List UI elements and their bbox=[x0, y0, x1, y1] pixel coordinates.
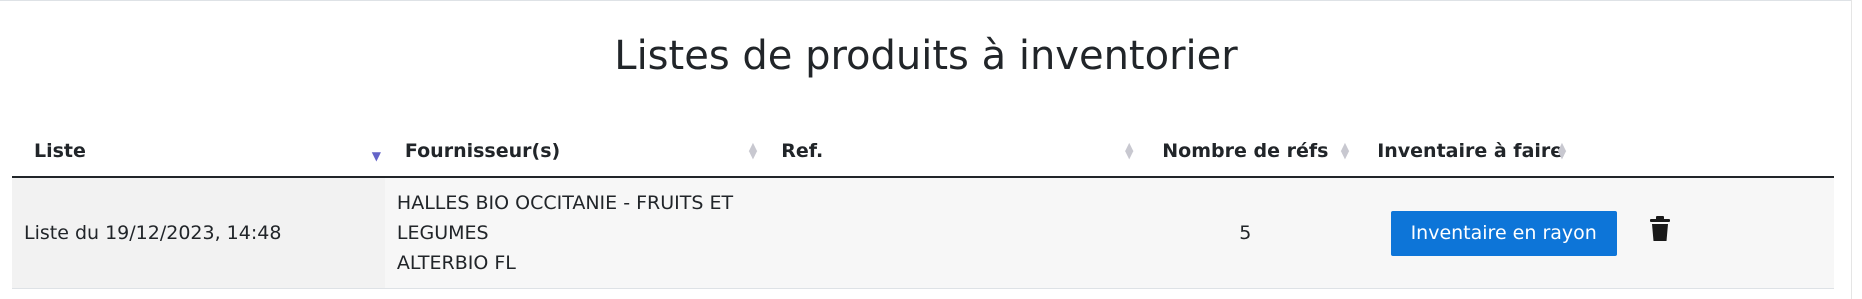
column-header-label: Fournisseur(s) bbox=[404, 140, 561, 162]
column-header-nombre-refs[interactable]: Nombre de réfs ▲ ▼ bbox=[1137, 126, 1354, 178]
column-header-label: Nombre de réfs bbox=[1162, 140, 1329, 162]
cell-fournisseurs: HALLES BIO OCCITANIE - FRUITS ET LEGUMES… bbox=[384, 177, 762, 289]
sort-icon: ▲ ▼ bbox=[748, 140, 758, 161]
fournisseur-line: LEGUMES bbox=[396, 222, 489, 244]
sort-icon: ▲ ▼ bbox=[1340, 140, 1350, 161]
column-header-label: Ref. bbox=[781, 140, 824, 162]
cell-actions bbox=[1650, 177, 1834, 289]
column-header-fournisseurs[interactable]: Fournisseur(s) ▲ ▼ bbox=[384, 126, 762, 178]
page-title: Listes de produits à inventorier bbox=[614, 33, 1238, 79]
trash-icon[interactable] bbox=[1649, 215, 1671, 242]
sort-icon: ▲ ▼ bbox=[1125, 140, 1134, 161]
inventory-lists-table: Liste ▼ Fournisseur(s) ▲ ▼ Ref. ▲ ▼ Nombre… bbox=[12, 126, 1834, 289]
inventaire-en-rayon-button[interactable]: Inventaire en rayon bbox=[1390, 210, 1617, 256]
top-border bbox=[0, 0, 1852, 1]
column-header-ref[interactable]: Ref. ▲ ▼ bbox=[761, 126, 1138, 178]
sort-desc-icon: ▼ bbox=[371, 149, 381, 163]
cell-liste: Liste du 19/12/2023, 14:48 bbox=[12, 177, 385, 289]
column-header-label: Liste bbox=[34, 140, 86, 162]
fournisseur-line: ALTERBIO FL bbox=[396, 252, 516, 274]
sort-icon: ▲ ▼ bbox=[1557, 140, 1567, 161]
column-header-label: Inventaire à faire bbox=[1377, 140, 1564, 162]
table-header-row: Liste ▼ Fournisseur(s) ▲ ▼ Ref. ▲ ▼ Nombre… bbox=[12, 126, 1834, 178]
cell-ref bbox=[761, 177, 1138, 289]
column-header-actions bbox=[1654, 126, 1834, 178]
table-row[interactable]: Liste du 19/12/2023, 14:48 HALLES BIO OC… bbox=[12, 177, 1834, 289]
cell-nombre-refs: 5 bbox=[1137, 177, 1354, 289]
fournisseur-line: HALLES BIO OCCITANIE - FRUITS ET bbox=[396, 192, 734, 214]
column-header-liste[interactable]: Liste ▼ bbox=[12, 126, 385, 178]
cell-inventaire: Inventaire en rayon bbox=[1353, 177, 1655, 289]
column-header-inventaire[interactable]: Inventaire à faire ▲ ▼ bbox=[1353, 126, 1655, 178]
